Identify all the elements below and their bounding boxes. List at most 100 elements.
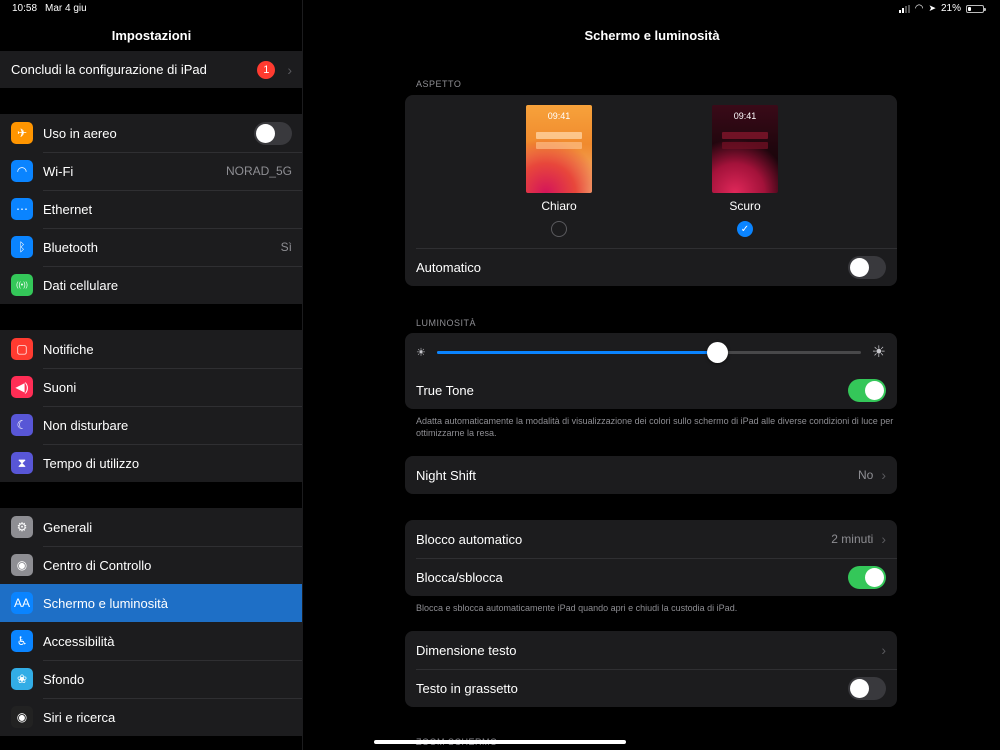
sidebar-item-sounds[interactable]: ◀) Suoni — [0, 368, 302, 406]
sidebar-item-gear[interactable]: ⚙ Generali — [0, 508, 302, 546]
siri-icon: ◉ — [11, 706, 33, 728]
lock-unlock-note: Blocca e sblocca automaticamente iPad qu… — [416, 603, 738, 613]
dark-preview-image: 09:41 — [712, 105, 778, 193]
true-tone-row: True Tone — [405, 371, 897, 409]
bluetooth-icon: ᛒ — [11, 236, 33, 258]
appearance-dark-option[interactable]: 09:41 Scuro ✓ — [710, 105, 780, 237]
night-shift-value: No — [857, 468, 874, 482]
battery-percent: 21% — [940, 3, 961, 14]
text-card: Dimensione testo › Testo in grassetto — [405, 631, 897, 707]
moon-icon: ☾ — [11, 414, 33, 436]
chevron-right-icon: › — [881, 642, 886, 658]
sidebar-item-hourglass[interactable]: ⧗ Tempo di utilizzo — [0, 444, 302, 482]
chevron-right-icon: › — [287, 61, 292, 78]
chevron-right-icon: › — [881, 531, 886, 547]
notifications-icon: ▢ — [11, 338, 33, 360]
dark-preview-time: 09:41 — [733, 111, 757, 121]
night-shift-row[interactable]: Night Shift No › — [405, 456, 897, 494]
hourglass-icon: ⧗ — [11, 452, 33, 474]
display-icon: AA — [11, 592, 33, 614]
sidebar-item-control-center[interactable]: ◉ Centro di Controllo — [0, 546, 302, 584]
bold-text-row: Testo in grassetto — [405, 669, 897, 707]
wifi-status-icon: ◠ — [914, 3, 924, 14]
battery-fill — [968, 6, 971, 11]
sidebar-item-value: NORAD_5G — [225, 164, 292, 178]
automatic-toggle[interactable] — [848, 255, 886, 279]
wallpaper-icon: ❀ — [11, 668, 33, 690]
signal-icon — [898, 4, 910, 13]
sidebar-item-notifications[interactable]: ▢ Notifiche — [0, 330, 302, 368]
light-preview-time: 09:41 — [547, 111, 571, 121]
appearance-light-option[interactable]: 09:41 Chiaro — [524, 105, 594, 237]
home-indicator[interactable] — [374, 740, 626, 744]
brightness-slider-row: ☀ ☀ — [405, 333, 897, 371]
light-radio[interactable] — [551, 221, 567, 237]
text-size-label: Dimensione testo — [416, 642, 517, 658]
accessibility-icon: ♿ — [11, 630, 33, 652]
appearance-card: 09:41 Chiaro 09:41 Scuro ✓ Automatico — [405, 95, 897, 286]
sun-small-icon: ☀ — [416, 346, 426, 359]
sidebar-item-siri[interactable]: ◉ Siri e ricerca — [0, 698, 302, 736]
sidebar-item-label: Siri e ricerca — [43, 709, 116, 725]
sidebar-item-label: Accessibilità — [43, 633, 115, 649]
dark-label: Scuro — [729, 199, 761, 213]
sidebar-item-ethernet[interactable]: ⋯ Ethernet — [0, 190, 302, 228]
automatic-row: Automatico — [405, 248, 897, 286]
setup-ipad-row[interactable]: Concludi la configurazione di iPad 1 › — [0, 51, 302, 88]
sidebar-item-display[interactable]: AA Schermo e luminosità — [0, 584, 302, 622]
sun-large-icon: ☀ — [871, 344, 886, 361]
sidebar-item-label: Uso in aereo — [43, 125, 117, 141]
dark-preview-widget — [722, 132, 768, 139]
auto-lock-row[interactable]: Blocco automatico 2 minuti › — [405, 520, 897, 558]
ethernet-icon: ⋯ — [11, 198, 33, 220]
toggle-knob — [850, 257, 869, 277]
sidebar-group-notifications: ▢ Notifiche ◀) Suoni ☾ Non disturbare ⧗ Tempo d… — [0, 330, 302, 482]
chevron-right-icon: › — [881, 467, 886, 483]
sidebar-item-label: Generali — [43, 519, 93, 535]
auto-lock-value: 2 minuti — [831, 532, 874, 546]
sidebar-group-general: ⚙ Generali ◉ Centro di Controllo AA Schermo e… — [0, 508, 302, 736]
sidebar-item-label: Notifiche — [43, 341, 94, 357]
bold-text-toggle[interactable] — [848, 676, 886, 700]
sidebar-item-airplane[interactable]: ✈ Uso in aereo — [0, 114, 302, 152]
toggle-knob — [256, 123, 275, 143]
sidebar-item-value: Sì — [280, 240, 292, 254]
sidebar-item-label: Non disturbare — [43, 417, 129, 433]
sidebar-item-wallpaper[interactable]: ❀ Sfondo — [0, 660, 302, 698]
sidebar-item-moon[interactable]: ☾ Non disturbare — [0, 406, 302, 444]
sidebar-item-label: Schermo e luminosità — [43, 595, 168, 611]
brightness-slider-thumb[interactable] — [706, 341, 728, 363]
lock-card: Blocco automatico 2 minuti › Blocca/sblo… — [405, 520, 897, 596]
toggle-knob — [865, 380, 884, 400]
sidebar-item-wifi[interactable]: ◠ Wi-Fi NORAD_5G — [0, 152, 302, 190]
auto-lock-label: Blocco automatico — [416, 531, 523, 547]
detail-title: Schermo e luminosità — [584, 28, 720, 43]
true-tone-note: Adatta automaticamente la modalità di vi… — [416, 416, 894, 438]
text-size-row[interactable]: Dimensione testo › — [405, 631, 897, 669]
sidebar-item-label: Centro di Controllo — [43, 557, 152, 573]
lock-unlock-toggle[interactable] — [848, 565, 886, 589]
toggle-knob — [865, 567, 884, 587]
true-tone-toggle[interactable] — [848, 378, 886, 402]
setup-badge: 1 — [257, 60, 276, 79]
lock-unlock-label: Blocca/sblocca — [416, 569, 503, 585]
sidebar-item-label: Bluetooth — [43, 239, 98, 255]
dark-radio[interactable]: ✓ — [737, 221, 753, 237]
sidebar-item-cellular[interactable]: ((•)) Dati cellulare — [0, 266, 302, 304]
sounds-icon: ◀) — [11, 376, 33, 398]
automatic-label: Automatico — [416, 259, 482, 275]
sidebar-group-connectivity: ✈ Uso in aereo ◠ Wi-Fi NORAD_5G ⋯ Ethernet ᛒ Blu… — [0, 114, 302, 304]
gear-icon: ⚙ — [11, 516, 33, 538]
night-shift-label: Night Shift — [416, 467, 476, 483]
lock-unlock-row: Blocca/sblocca — [405, 558, 897, 596]
sidebar-item-label: Ethernet — [43, 201, 93, 217]
light-label: Chiaro — [541, 199, 577, 213]
light-preview-widget — [536, 142, 582, 149]
setup-ipad-label: Concludi la configurazione di iPad — [11, 62, 207, 77]
sidebar-item-accessibility[interactable]: ♿ Accessibilità — [0, 622, 302, 660]
sidebar-item-bluetooth[interactable]: ᛒ Bluetooth Sì — [0, 228, 302, 266]
airplane-mode-toggle[interactable] — [254, 121, 292, 145]
status-date: Mar 4 giu — [45, 3, 87, 14]
brightness-slider[interactable] — [436, 341, 861, 363]
light-preview-widget — [536, 132, 582, 139]
